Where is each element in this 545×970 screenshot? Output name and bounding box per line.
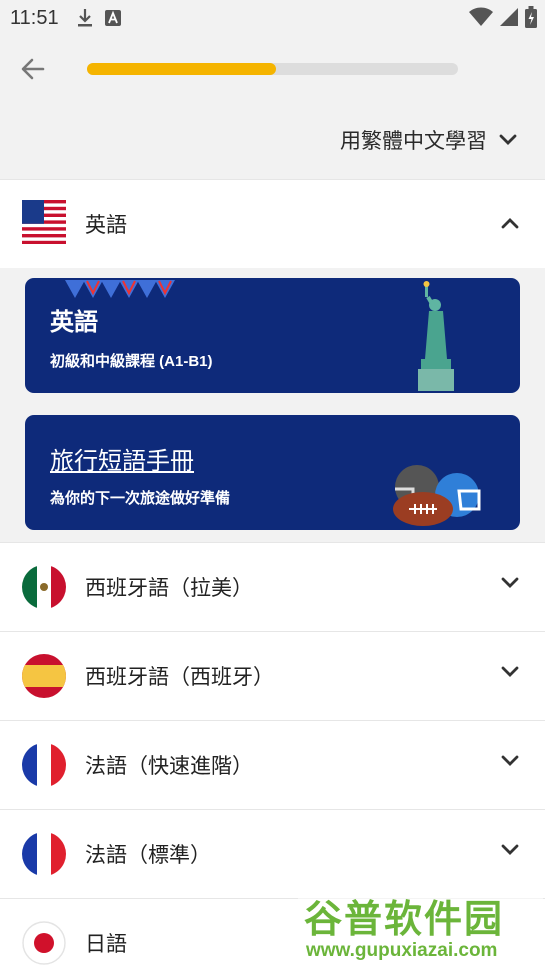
chevron-up-icon xyxy=(501,218,519,229)
course-subtitle: 為你的下一次旅途做好準備 xyxy=(50,490,231,507)
top-bar xyxy=(0,40,545,100)
language-label: 西班牙語（西班牙） xyxy=(85,666,274,689)
signal-icon xyxy=(500,8,518,26)
status-time: 11:51 xyxy=(10,6,59,29)
battery-icon xyxy=(525,6,537,28)
japan-flag-icon xyxy=(22,921,66,965)
learn-language-label: 用繁體中文學習 xyxy=(340,130,487,153)
progress-bar xyxy=(87,63,458,75)
language-item-english: 英語 英語 初級和中級課程 (A1-B1) 旅行短語手冊 為你的下一次旅途做好準… xyxy=(0,179,545,542)
usa-flag-icon xyxy=(22,199,66,249)
watermark-title: 谷普软件园 xyxy=(304,899,505,941)
language-item[interactable]: 法語（快速進階） xyxy=(0,720,545,809)
course-title: 英語 xyxy=(50,309,98,336)
language-label: 西班牙語（拉美） xyxy=(85,577,253,600)
language-header-english[interactable]: 英語 xyxy=(0,180,545,268)
chevron-down-icon xyxy=(499,134,517,145)
mexico-flag-icon xyxy=(22,565,66,609)
status-bar: 11:51 xyxy=(0,0,545,36)
language-label: 法語（快速進階） xyxy=(85,755,253,778)
course-card-phrasebook[interactable]: 旅行短語手冊 為你的下一次旅途做好準備 xyxy=(25,415,520,530)
wifi-icon xyxy=(469,7,493,26)
france-flag-icon xyxy=(22,743,66,787)
language-label: 日語 xyxy=(85,933,127,956)
back-button[interactable] xyxy=(18,54,48,84)
watermark-url: www.gupuxiazai.com xyxy=(306,940,498,961)
course-list: 英語 初級和中級課程 (A1-B1) 旅行短語手冊 為你的下一次旅途做好準備 xyxy=(0,268,545,542)
language-item[interactable]: 西班牙語（西班牙） xyxy=(0,631,545,720)
course-card-english[interactable]: 英語 初級和中級課程 (A1-B1) xyxy=(25,278,520,393)
spain-flag-icon xyxy=(22,654,66,698)
language-list: 英語 英語 初級和中級課程 (A1-B1) 旅行短語手冊 為你的下一次旅途做好準… xyxy=(0,179,545,970)
course-subtitle: 初級和中級課程 (A1-B1) xyxy=(50,353,213,370)
football-helmet-image xyxy=(393,465,481,526)
bunting-decoration xyxy=(65,280,175,298)
chevron-down-icon xyxy=(501,844,519,855)
arrow-left-icon xyxy=(21,58,45,80)
language-label: 法語（標準） xyxy=(85,844,211,867)
statue-of-liberty-image xyxy=(418,281,454,391)
course-title: 旅行短語手冊 xyxy=(50,448,194,475)
watermark: 谷普软件园 www.gupuxiazai.com xyxy=(298,884,543,966)
france-flag-icon xyxy=(22,832,66,876)
chevron-down-icon xyxy=(501,755,519,766)
progress-fill xyxy=(87,63,277,75)
language-label-english: 英語 xyxy=(85,214,127,237)
language-item[interactable]: 西班牙語（拉美） xyxy=(0,542,545,631)
chevron-down-icon xyxy=(501,666,519,677)
chevron-down-icon xyxy=(501,577,519,588)
download-icon xyxy=(77,9,92,27)
font-a-icon xyxy=(104,10,121,26)
learn-language-selector[interactable]: 用繁體中文學習 xyxy=(340,125,517,155)
